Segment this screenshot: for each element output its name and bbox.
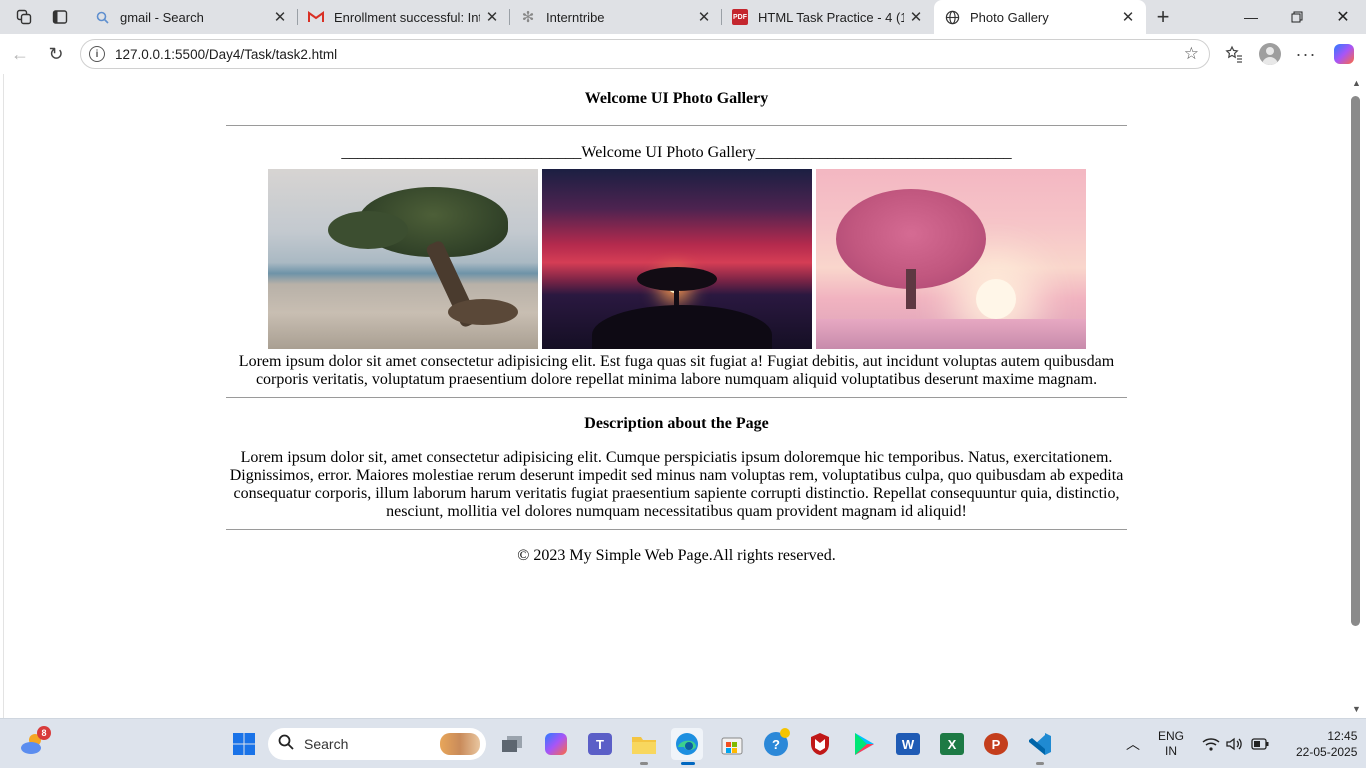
- scroll-down-icon[interactable]: ▼: [1352, 704, 1361, 714]
- start-windows-icon[interactable]: [228, 728, 260, 760]
- powerpoint-icon[interactable]: P: [980, 728, 1012, 760]
- page-subtitle: ______________________________Welcome UI…: [341, 144, 1012, 161]
- reload-icon[interactable]: ↻: [44, 42, 68, 66]
- more-menu-icon[interactable]: ···: [1294, 42, 1318, 66]
- gallery-caption: Lorem ipsum dolor sit amet consectetur a…: [238, 353, 1115, 388]
- close-icon[interactable]: ✕: [696, 8, 712, 26]
- tab-gmail-search[interactable]: gmail - Search ✕: [84, 0, 298, 34]
- language-indicator[interactable]: ENG IN: [1158, 719, 1184, 768]
- edge-browser-icon[interactable]: [671, 728, 703, 765]
- photo-sunset-tree: [541, 169, 812, 349]
- excel-icon[interactable]: X: [936, 728, 968, 760]
- volume-icon[interactable]: [1226, 719, 1244, 768]
- tab-title: gmail - Search: [120, 9, 204, 25]
- file-explorer-icon[interactable]: [628, 728, 660, 765]
- copilot-app-icon[interactable]: [540, 728, 572, 760]
- help-icon[interactable]: ?: [760, 728, 792, 760]
- photo-pink-tree: [815, 169, 1086, 349]
- close-icon[interactable]: ✕: [484, 8, 500, 26]
- tab-html-task-pdf[interactable]: PDF HTML Task Practice - 4 (1).pc ✕: [722, 0, 934, 34]
- copilot-icon[interactable]: [1332, 42, 1356, 66]
- divider: [226, 397, 1127, 398]
- search-icon: [94, 9, 110, 25]
- wifi-icon[interactable]: [1202, 719, 1220, 768]
- show-hidden-icons-chevron-icon[interactable]: ︿: [1126, 719, 1140, 768]
- page-scrollbar[interactable]: ▲ ▼: [1348, 74, 1366, 718]
- tab-enrollment[interactable]: Enrollment successful: Intern ✕: [298, 0, 510, 34]
- vscode-icon[interactable]: [1024, 728, 1056, 765]
- clock-time: 12:45: [1327, 729, 1358, 743]
- page-document: Welcome UI Photo Gallery _______________…: [226, 74, 1127, 565]
- divider: [226, 529, 1127, 530]
- page-viewport: Welcome UI Photo Gallery _______________…: [3, 74, 1348, 718]
- workspaces-icon[interactable]: [12, 5, 36, 29]
- pdf-icon: PDF: [732, 9, 748, 25]
- url-text: 127.0.0.1:5500/Day4/Task/task2.html: [115, 46, 338, 62]
- search-icon: [278, 734, 294, 755]
- tab-interntribe[interactable]: ✻ Interntribe ✕: [510, 0, 722, 34]
- page-heading: Welcome UI Photo Gallery: [584, 90, 769, 107]
- close-icon[interactable]: ✕: [908, 8, 924, 26]
- clock-date: 22-05-2025: [1296, 745, 1358, 759]
- new-tab-icon[interactable]: +: [1151, 4, 1175, 29]
- close-icon[interactable]: ✕: [1120, 8, 1136, 26]
- region-code: IN: [1165, 744, 1177, 758]
- play-store-icon[interactable]: [848, 728, 880, 760]
- tab-title: Interntribe: [546, 9, 605, 25]
- microsoft-store-icon[interactable]: [716, 728, 748, 760]
- divider: [226, 125, 1127, 126]
- photo-gallery: [226, 169, 1127, 349]
- restore-icon[interactable]: [1274, 0, 1320, 34]
- scrollbar-thumb[interactable]: [1351, 96, 1360, 626]
- close-icon[interactable]: ✕: [272, 8, 288, 26]
- system-clock[interactable]: 12:45 22-05-2025: [1296, 719, 1357, 768]
- teams-icon[interactable]: T: [584, 728, 616, 760]
- favorite-star-icon[interactable]: ☆: [1184, 44, 1199, 64]
- mcafee-shield-icon[interactable]: [804, 728, 836, 760]
- close-window-icon[interactable]: ✕: [1320, 0, 1366, 34]
- search-placeholder: Search: [304, 736, 349, 752]
- weather-widget-icon[interactable]: 8: [17, 726, 51, 760]
- language-code: ENG: [1158, 729, 1185, 743]
- help-badge-icon: [780, 728, 790, 738]
- globe-icon: [944, 9, 960, 25]
- page-footer: © 2023 My Simple Web Page.All rights res…: [517, 547, 836, 564]
- tab-photo-gallery[interactable]: Photo Gallery ✕: [934, 0, 1146, 34]
- search-highlight-icon: [440, 733, 480, 755]
- tab-strip: gmail - Search ✕ Enrollment successful: …: [0, 0, 1366, 34]
- word-icon[interactable]: W: [892, 728, 924, 760]
- profile-avatar[interactable]: [1258, 42, 1282, 66]
- tab-title: HTML Task Practice - 4 (1).pc: [758, 9, 904, 25]
- back-icon[interactable]: ←: [8, 42, 32, 66]
- site-info-icon[interactable]: i: [89, 46, 105, 62]
- scroll-up-icon[interactable]: ▲: [1352, 78, 1361, 88]
- gear-icon: ✻: [521, 9, 535, 26]
- minimize-icon[interactable]: —: [1228, 0, 1274, 34]
- description-text: Lorem ipsum dolor sit, amet consectetur …: [229, 449, 1124, 520]
- tab-actions-icon[interactable]: [48, 5, 72, 29]
- notification-badge: 8: [37, 726, 51, 740]
- taskbar: 8 Search T ? W X P ︿ ENG IN 12:45 22-05-…: [0, 718, 1366, 768]
- battery-icon[interactable]: [1251, 719, 1269, 768]
- task-view-icon[interactable]: [496, 728, 528, 760]
- description-heading: Description about the Page: [584, 415, 769, 432]
- address-bar[interactable]: i 127.0.0.1:5500/Day4/Task/task2.html ☆: [80, 39, 1210, 69]
- photo-beach-tree: [267, 169, 538, 349]
- tab-title: Photo Gallery: [970, 9, 1049, 25]
- browser-toolbar: ← ↻ i 127.0.0.1:5500/Day4/Task/task2.htm…: [0, 34, 1366, 74]
- taskbar-search[interactable]: Search: [268, 728, 486, 760]
- favorites-icon[interactable]: [1222, 42, 1246, 66]
- gmail-icon: [308, 9, 324, 25]
- tab-title: Enrollment successful: Intern: [334, 9, 480, 25]
